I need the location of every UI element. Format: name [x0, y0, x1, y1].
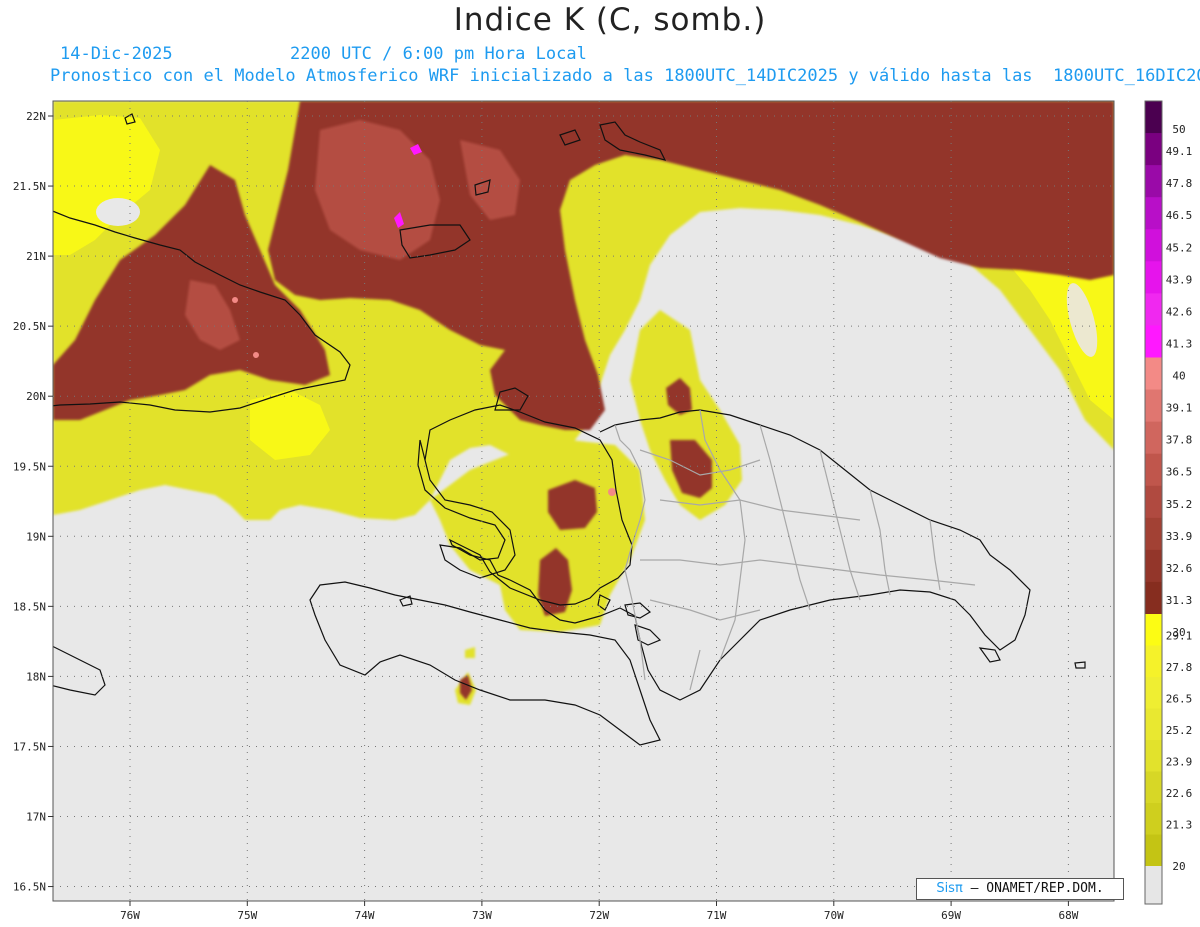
credit-text: – ONAMET/REP.DOM. [970, 881, 1104, 896]
colorbar-label: 32.6 [1166, 562, 1193, 575]
colorbar-label: 36.5 [1166, 466, 1193, 479]
lat-label: 20N [26, 390, 46, 403]
colorbar-label: 42.6 [1166, 305, 1193, 318]
lat-label: 21.5N [13, 180, 46, 193]
colorbar-swatch-below [1145, 866, 1162, 904]
colorbar-swatch [1145, 834, 1162, 867]
colorbar-swatch [1145, 549, 1162, 583]
colorbar-label: 33.9 [1166, 530, 1193, 543]
colorbar-swatch [1145, 581, 1162, 615]
lon-label: 74W [355, 909, 375, 922]
colorbar-swatch [1145, 101, 1162, 134]
lat-label: 18N [26, 670, 46, 683]
lon-label: 76W [120, 909, 140, 922]
colorbar-swatch [1145, 421, 1162, 455]
colorbar-swatch [1145, 645, 1162, 678]
lat-label: 22N [26, 110, 46, 123]
k-index-map: 22N 21.5N 21N 20.5N 20N 19.5N 19N 18.5N 18N 17.5N… [13, 100, 1193, 922]
lon-label: 72W [589, 909, 609, 922]
colorbar-swatch [1145, 133, 1162, 166]
colorbar-label: 46.5 [1166, 209, 1193, 222]
lon-label: 68W [1058, 909, 1078, 922]
colorbar-swatch [1145, 614, 1162, 646]
lon-label: 73W [472, 909, 492, 922]
colorbar-swatch [1145, 803, 1162, 835]
latitude-axis: 22N 21.5N 21N 20.5N 20N 19.5N 19N 18.5N 18N 17.5N… [13, 110, 53, 894]
colorbar-label: 47.8 [1166, 177, 1193, 190]
lat-label: 21N [26, 250, 46, 263]
colorbar-swatch [1145, 677, 1162, 709]
lon-label: 69W [941, 909, 961, 922]
colorbar-label: 43.9 [1166, 273, 1193, 286]
colorbar-label: 37.8 [1166, 434, 1193, 447]
colorbar-swatch [1145, 197, 1162, 230]
colorbar-swatch [1145, 485, 1162, 519]
colorbar-swatch [1145, 325, 1162, 358]
colorbar-swatch [1145, 357, 1162, 391]
colorbar-label: 41.3 [1166, 337, 1193, 350]
lat-label: 19.5N [13, 460, 46, 473]
colorbar-label: 49.1 [1166, 145, 1193, 158]
colorbar-label: 29.1 [1166, 630, 1193, 643]
colorbar-label: 50 [1172, 123, 1185, 136]
lat-label: 20.5N [13, 320, 46, 333]
colorbar-swatch [1145, 453, 1162, 487]
colorbar-label: 31.3 [1166, 594, 1193, 607]
lon-label: 75W [237, 909, 257, 922]
sispi-logo: Sisπ [936, 881, 963, 896]
colorbar-label: 22.6 [1166, 787, 1193, 800]
colorbar-swatch [1145, 389, 1162, 423]
credit-box: Sisπ – ONAMET/REP.DOM. [916, 878, 1124, 900]
colorbar-label: 26.5 [1166, 693, 1193, 706]
colorbar-swatch [1145, 771, 1162, 804]
colorbar-label: 23.9 [1166, 756, 1193, 769]
colorbar-label: 25.2 [1166, 724, 1193, 737]
lat-label: 19N [26, 530, 46, 543]
colorbar-swatch [1145, 517, 1162, 551]
colorbar-swatch [1145, 740, 1162, 772]
lat-label: 17N [26, 811, 46, 824]
colorbar-label: 45.2 [1166, 241, 1193, 254]
colorbar-label: 39.1 [1166, 402, 1193, 415]
colorbar-label: 35.2 [1166, 498, 1193, 511]
colorbar-label: 20 [1172, 860, 1185, 873]
lat-label: 16.5N [13, 881, 46, 894]
lon-label: 71W [707, 909, 727, 922]
colorbar-swatch [1145, 165, 1162, 198]
colorbar-swatch [1145, 229, 1162, 262]
colorbar: 50 49.1 47.8 46.5 45.2 43.9 42.6 41.3 40 39.1 37.8… [1144, 100, 1193, 905]
lat-label: 18.5N [13, 600, 46, 613]
colorbar-swatch [1145, 293, 1162, 326]
colorbar-label: 21.3 [1166, 819, 1193, 832]
colorbar-label: 27.8 [1166, 661, 1193, 674]
lat-label: 17.5N [13, 740, 46, 753]
lon-label: 70W [824, 909, 844, 922]
colorbar-label: 40 [1172, 370, 1185, 383]
longitude-axis: 76W 75W 74W 73W 72W 71W 70W 69W 68W [120, 901, 1079, 922]
colorbar-swatch [1145, 708, 1162, 741]
colorbar-swatch [1145, 261, 1162, 294]
